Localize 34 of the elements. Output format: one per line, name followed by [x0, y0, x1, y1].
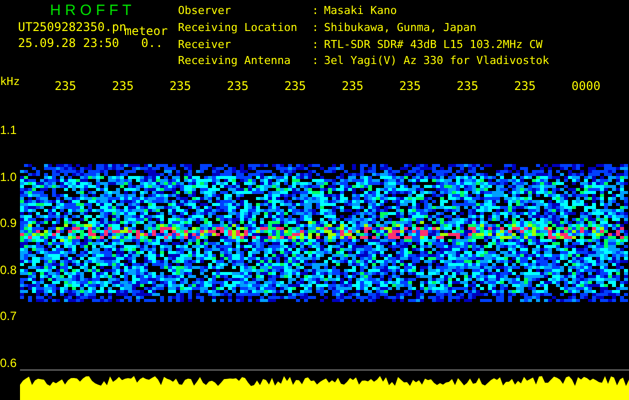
y-axis-label: 1.0 — [0, 168, 18, 186]
datetime: 25.09.28 23:50 — [18, 35, 120, 51]
x-axis-label: 235 — [284, 79, 308, 93]
separator: : — [312, 5, 320, 19]
info-value: 3el Yagi(V) Az 330 for Vladivostok — [324, 55, 550, 70]
info-label: Receiver — [178, 38, 232, 52]
info-value: Shibukawa, Gunma, Japan — [324, 22, 478, 36]
info-label: Observer — [178, 5, 232, 19]
x-axis-label: 235 — [456, 79, 480, 93]
app-title: H R O F F T — [49, 2, 132, 19]
info-value: Masaki Kano — [324, 5, 398, 19]
x-axis-label: 235 — [226, 79, 250, 93]
y-axis-label: 1.1 — [0, 122, 18, 139]
tag-label: meteor — [124, 24, 168, 38]
x-axis-label: 235 — [169, 79, 192, 93]
y-axis-label: 0.8 — [0, 262, 18, 278]
y-axis-label: 0.9 — [0, 215, 18, 232]
separator: : — [312, 22, 320, 36]
x-axis-label: 235 — [54, 79, 78, 93]
info-value: RTL-SDR SDR# 43dB L15 103.2MHz CW — [324, 38, 544, 52]
x-axis-label: 235 — [399, 79, 422, 93]
info-label: Receiving Antenna — [178, 55, 292, 70]
filename: UT2509282350.pn — [18, 19, 126, 34]
x-axis-label: 235 — [514, 79, 537, 93]
axis-unit: kHz — [0, 74, 21, 88]
separator: : — [312, 55, 320, 70]
y-axis-label: 0.6 — [0, 354, 18, 372]
x-axis-label: 0000 — [572, 79, 602, 93]
x-axis-label: 235 — [342, 79, 364, 93]
separator: : — [312, 38, 320, 52]
x-axis-label: 235 — [112, 79, 135, 93]
counter: 0.. — [141, 36, 163, 51]
info-label: Receiving Location — [178, 22, 298, 36]
y-axis-label: 0.7 — [0, 308, 18, 325]
